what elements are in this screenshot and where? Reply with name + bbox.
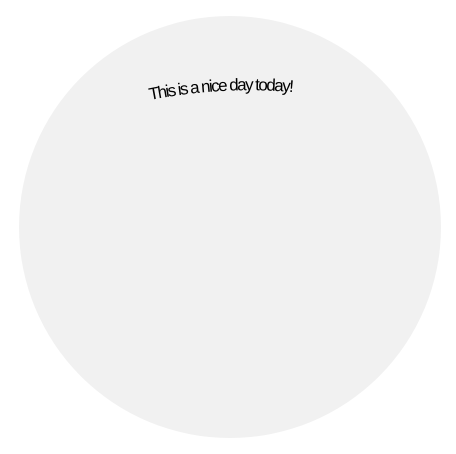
canvas-stage: This is a nice day today! [0,0,456,454]
curved-text-canvas: This is a nice day today! [19,16,441,438]
